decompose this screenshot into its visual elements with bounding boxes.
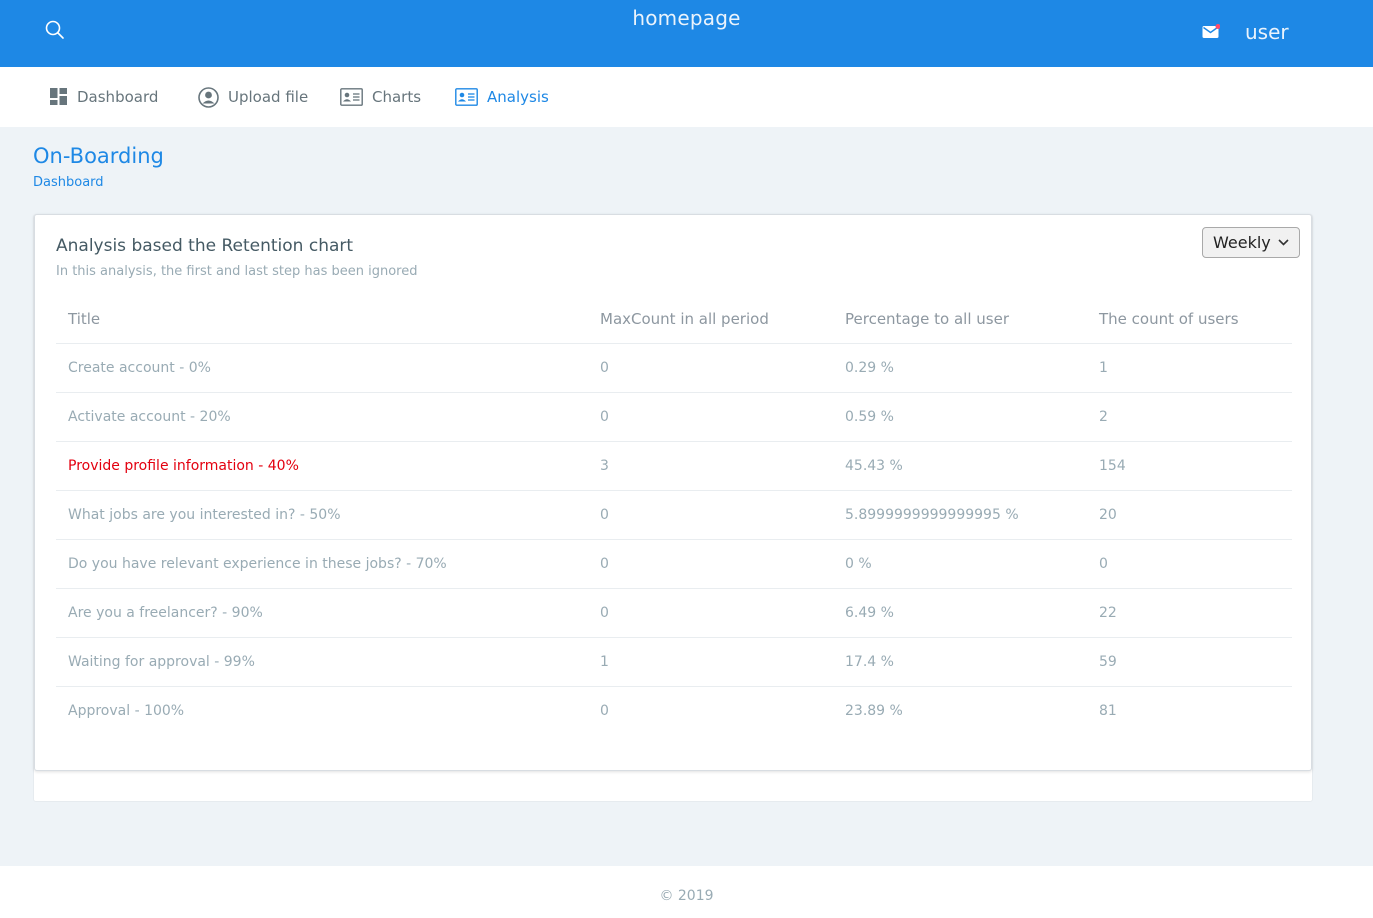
mail-icon[interactable] <box>1202 24 1221 39</box>
nav-item-charts[interactable]: Charts <box>340 67 421 127</box>
nav-item-analysis-label: Analysis <box>487 88 549 106</box>
table-cell: 45.43 % <box>833 441 1087 491</box>
table-cell: Are you a freelancer? - 90% <box>56 588 588 638</box>
main-nav: Dashboard Upload file Charts Analysis <box>0 67 1373 127</box>
nav-item-dashboard-label: Dashboard <box>77 88 159 106</box>
table-row: Do you have relevant experience in these… <box>56 539 1292 589</box>
nav-item-analysis[interactable]: Analysis <box>455 67 549 127</box>
table-row: Are you a freelancer? - 90% 0 6.49 % 22 <box>56 588 1292 638</box>
copyright-text: © 2019 <box>659 888 714 904</box>
card-subtitle: In this analysis, the first and last ste… <box>56 264 418 279</box>
column-header: MaxCount in all period <box>588 296 833 344</box>
table-cell: 23.89 % <box>845 702 903 719</box>
retention-analysis-card: Analysis based the Retention chart In th… <box>34 214 1312 771</box>
table-cell: 0.59 % <box>833 392 1087 442</box>
dashboard-icon <box>50 88 67 105</box>
table-cell: 5.8999999999999995 % <box>833 490 1087 540</box>
table-row: Create account - 0% 0 0.29 % 1 <box>56 343 1292 393</box>
table-cell: Approval - 100% <box>68 702 185 719</box>
chevron-down-icon <box>1278 239 1289 246</box>
table-row: Activate account - 20% 0 0.59 % 2 <box>56 392 1292 442</box>
table-cell: 17.4 % <box>833 637 1087 687</box>
table-cell: 81 <box>1099 702 1117 719</box>
table-cell: 20 <box>1087 490 1292 540</box>
nav-item-upload-file[interactable]: Upload file <box>198 67 308 127</box>
nav-item-charts-label: Charts <box>372 88 422 106</box>
table-cell: 0 <box>600 702 609 719</box>
table-cell: 0.29 % <box>833 343 1087 393</box>
table-row: What jobs are you interested in? - 50% 0 5… <box>56 490 1292 540</box>
table-cell: 22 <box>1087 588 1292 638</box>
footer: © 2019 <box>0 866 1373 918</box>
table-cell: 2 <box>1087 392 1292 442</box>
table-cell: Waiting for approval - 99% <box>56 637 588 687</box>
account-circle-icon <box>198 86 219 108</box>
card-title: Analysis based the Retention chart <box>56 236 354 256</box>
user-menu[interactable]: user <box>1245 20 1289 44</box>
retention-table: Title MaxCount in all period Percentage … <box>56 296 1292 735</box>
table-row: Waiting for approval - 99% 1 17.4 % 59 <box>56 637 1292 687</box>
table-cell: 0 <box>588 539 833 589</box>
nav-item-dashboard[interactable]: Dashboard <box>50 67 158 127</box>
id-card-icon <box>340 88 363 106</box>
id-card-icon <box>455 88 478 106</box>
table-cell: 0 <box>588 490 833 540</box>
table-row: Approval - 100% 0 23.89 % 81 <box>56 686 1292 735</box>
app-title: homepage <box>632 6 741 30</box>
table-cell: 154 <box>1087 441 1292 491</box>
table-cell: 0 <box>588 588 833 638</box>
table-cell: Create account - 0% <box>56 343 588 393</box>
table-cell: Provide profile information - 40% <box>56 441 588 491</box>
table-cell: 0 <box>1087 539 1292 589</box>
table-cell: 6.49 % <box>833 588 1087 638</box>
period-select[interactable]: Weekly <box>1202 227 1300 258</box>
table-cell: 0 <box>588 343 833 393</box>
table-cell: 1 <box>588 637 833 687</box>
table-cell: 59 <box>1087 637 1292 687</box>
table-row: Provide profile information - 40% 3 45.43 … <box>56 441 1292 491</box>
table-cell: What jobs are you interested in? - 50% <box>56 490 588 540</box>
breadcrumb[interactable]: Dashboard <box>33 175 104 190</box>
table-cell: 3 <box>588 441 833 491</box>
table-cell: 0 % <box>833 539 1087 589</box>
table-cell: Activate account - 20% <box>56 392 588 442</box>
table-cell: Do you have relevant experience in these… <box>56 539 588 589</box>
top-header: homepage user <box>0 0 1373 67</box>
table-cell: 1 <box>1087 343 1292 393</box>
nav-item-upload-file-label: Upload file <box>228 88 309 106</box>
table-cell: 0 <box>588 392 833 442</box>
period-select-value: Weekly <box>1213 233 1271 252</box>
table-header-row: Title MaxCount in all period Percentage … <box>56 296 1292 344</box>
page-title: On-Boarding <box>33 144 164 168</box>
column-header: The count of users <box>1087 296 1292 344</box>
column-header: Title <box>56 296 588 344</box>
column-header: Percentage to all user <box>833 296 1087 344</box>
